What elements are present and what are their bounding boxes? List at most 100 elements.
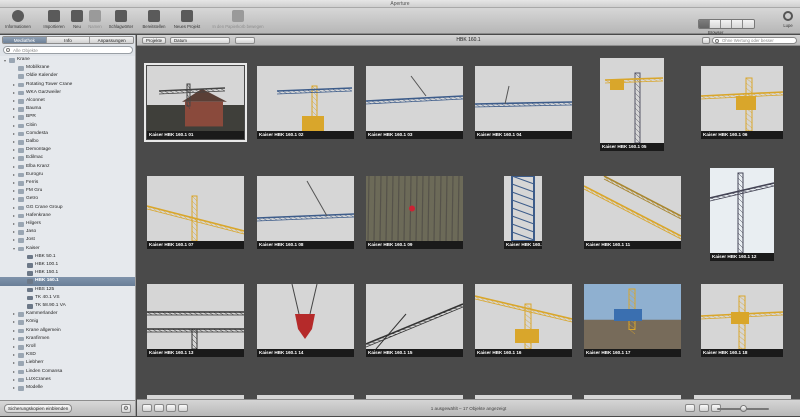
neu-button[interactable]: Neu [70,10,84,32]
disclosure-triangle-icon[interactable] [4,59,6,62]
photo-thumbnail[interactable]: Kaiser HBK 160.1 02 [257,66,354,139]
disclosure-triangle-icon[interactable] [13,132,15,135]
disclosure-triangle-icon[interactable] [13,362,15,365]
photo-thumbnail[interactable]: Kaiser HBK 160.1 05 [600,58,664,151]
tree-item[interactable]: Demontage [0,146,135,154]
disclosure-triangle-icon[interactable] [13,173,15,176]
tree-item[interactable]: Krane allgemein [0,327,135,335]
informationen-button[interactable]: Informationen [4,10,32,32]
disclosure-triangle-icon[interactable] [13,223,15,225]
tree-item[interactable]: Kaiser [0,245,135,253]
disclosure-triangle-icon[interactable] [13,190,15,193]
disclosure-triangle-icon[interactable] [13,378,15,381]
tree-item[interactable]: Jost [0,236,135,244]
disclosure-triangle-icon[interactable] [13,329,15,332]
view-mode-segment[interactable] [698,19,755,29]
disclosure-triangle-icon[interactable] [13,337,15,340]
disclosure-triangle-icon[interactable] [13,108,15,111]
tree-item[interactable]: Oldie Kalender [0,72,135,80]
tree-item[interactable]: Eurogru [0,171,135,179]
show-vaults-button[interactable]: Sicherungskopien einblenden [4,404,73,413]
tree-item[interactable]: Citiin [0,122,135,130]
photo-thumbnail[interactable]: Kaiser HBK 160.1 06 [701,66,783,139]
tree-item[interactable]: LUXCranes [0,376,135,384]
tree-item[interactable]: Getro [0,195,135,203]
browser-search-input[interactable]: Ohne Wertung oder besser [712,37,797,44]
tree-item[interactable]: WKA Garzweiler [0,89,135,97]
importieren-button[interactable]: Importieren [40,10,68,32]
disclosure-triangle-icon[interactable] [13,91,15,94]
filmstrip-icon[interactable] [699,404,709,412]
disclosure-triangle-icon[interactable] [13,116,15,119]
tab-info[interactable]: Info [46,37,91,43]
tree-item[interactable]: HBK 160.1 [0,277,135,286]
disclosure-triangle-icon[interactable] [13,141,15,143]
disclosure-triangle-icon[interactable] [13,157,15,160]
disclosure-triangle-icon[interactable] [13,149,15,152]
library-search-input[interactable]: Alle Objekte [3,46,133,54]
tree-item[interactable]: Ferris [0,179,135,187]
tree-item[interactable]: Dalbo [0,138,135,146]
neues-projekt-button[interactable]: Neues Projekt [170,10,204,32]
gear-icon[interactable]: ⚙ [121,404,131,413]
disclosure-triangle-icon[interactable] [13,239,15,242]
tree-item[interactable]: HBS 125 [0,286,135,294]
tree-item[interactable]: Hilgers [0,220,135,228]
tree-item[interactable]: Liebherr [0,359,135,367]
split-view-icon[interactable] [710,20,721,28]
photo-thumbnail[interactable]: Kaiser HBK 160.1 12 [710,168,774,261]
photo-thumbnail[interactable]: Kaiser HBK 160.1 11 [584,176,681,249]
tree-item[interactable]: Kroll [0,343,135,351]
photo-thumbnail[interactable]: Kaiser HBK 160.1 16 [475,284,572,357]
slider-knob[interactable] [740,405,747,412]
disclosure-triangle-icon[interactable] [13,214,15,217]
photo-thumbnail[interactable]: Kaiser HBK 160.1 07 [147,176,244,249]
disclosure-triangle-icon[interactable] [13,100,15,102]
tree-item[interactable]: HBK 100.1 [0,261,135,269]
tree-item[interactable]: GG Crane Group [0,204,135,212]
viewer-view-icon[interactable] [721,20,732,28]
tab-anpassungen[interactable]: Anpassungen [90,37,133,43]
disclosure-triangle-icon[interactable] [13,165,15,168]
photo-thumbnail[interactable]: Kaiser HBK 160.1 15 [366,284,463,357]
tree-item[interactable]: HBK 50.1 [0,253,135,261]
disclosure-triangle-icon[interactable] [13,354,15,357]
photo-thumbnail[interactable]: Kaiser HBK 160.1 01 [144,63,247,142]
tree-item[interactable]: KSD [0,351,135,359]
disclosure-triangle-icon[interactable] [13,387,15,389]
disclosure-triangle-icon[interactable] [13,321,15,324]
tree-item[interactable]: Rotating Tower Crane [0,81,135,89]
tree-item[interactable]: Mobilkrane [0,64,135,72]
tree-item[interactable]: HBK 150.1 [0,269,135,277]
photo-thumbnail[interactable]: Kaiser HBK 160.1 18 [701,284,783,357]
disclosure-triangle-icon[interactable] [13,124,15,127]
fullscreen-icon[interactable] [732,20,743,28]
tree-item[interactable]: Krane [0,56,135,64]
tree-item[interactable]: FM Gru [0,187,135,195]
tree-item[interactable]: TK 40.1 VS [0,294,135,302]
disclosure-triangle-icon[interactable] [13,248,15,251]
schlagwörter-button[interactable]: Schlagwörter [108,10,134,32]
photo-thumbnail[interactable]: Kaiser HBK 160.1 09 [366,176,463,249]
browser-view-icon[interactable] [699,20,710,28]
tree-item[interactable]: Linden Comansa [0,368,135,376]
tree-item[interactable]: Elba Kranz [0,163,135,171]
tree-item[interactable]: Kammerlander [0,310,135,318]
filter-icon[interactable] [702,37,710,44]
photo-thumbnail[interactable]: Kaiser HBK 160.1 08 [257,176,354,249]
tab-mediathek[interactable]: Mediathek [3,37,47,43]
photo-thumbnail[interactable]: Kaiser HBK 160.1 14 [257,284,354,357]
tree-item[interactable]: Edilmac [0,154,135,162]
photo-thumbnail[interactable]: Kaiser HBK 160.1 13 [147,284,244,357]
bereitstellen-button[interactable]: Bereitstellen [141,10,167,32]
photo-thumbnail[interactable]: Kaiser HBK 160.1 10 [504,176,542,249]
disclosure-triangle-icon[interactable] [13,83,15,86]
photo-thumbnail[interactable]: Kaiser HBK 160.1 03 [366,66,463,139]
photo-thumbnail[interactable]: Kaiser HBK 160.1 04 [475,66,572,139]
tree-item[interactable]: König [0,318,135,326]
tree-item[interactable]: Kranfirmen [0,335,135,343]
fullscreen-mode-icon[interactable] [685,404,695,412]
globe-icon[interactable] [743,20,754,28]
tree-item[interactable]: Alconnet [0,97,135,105]
loupe-button[interactable]: Lupe [780,10,796,32]
